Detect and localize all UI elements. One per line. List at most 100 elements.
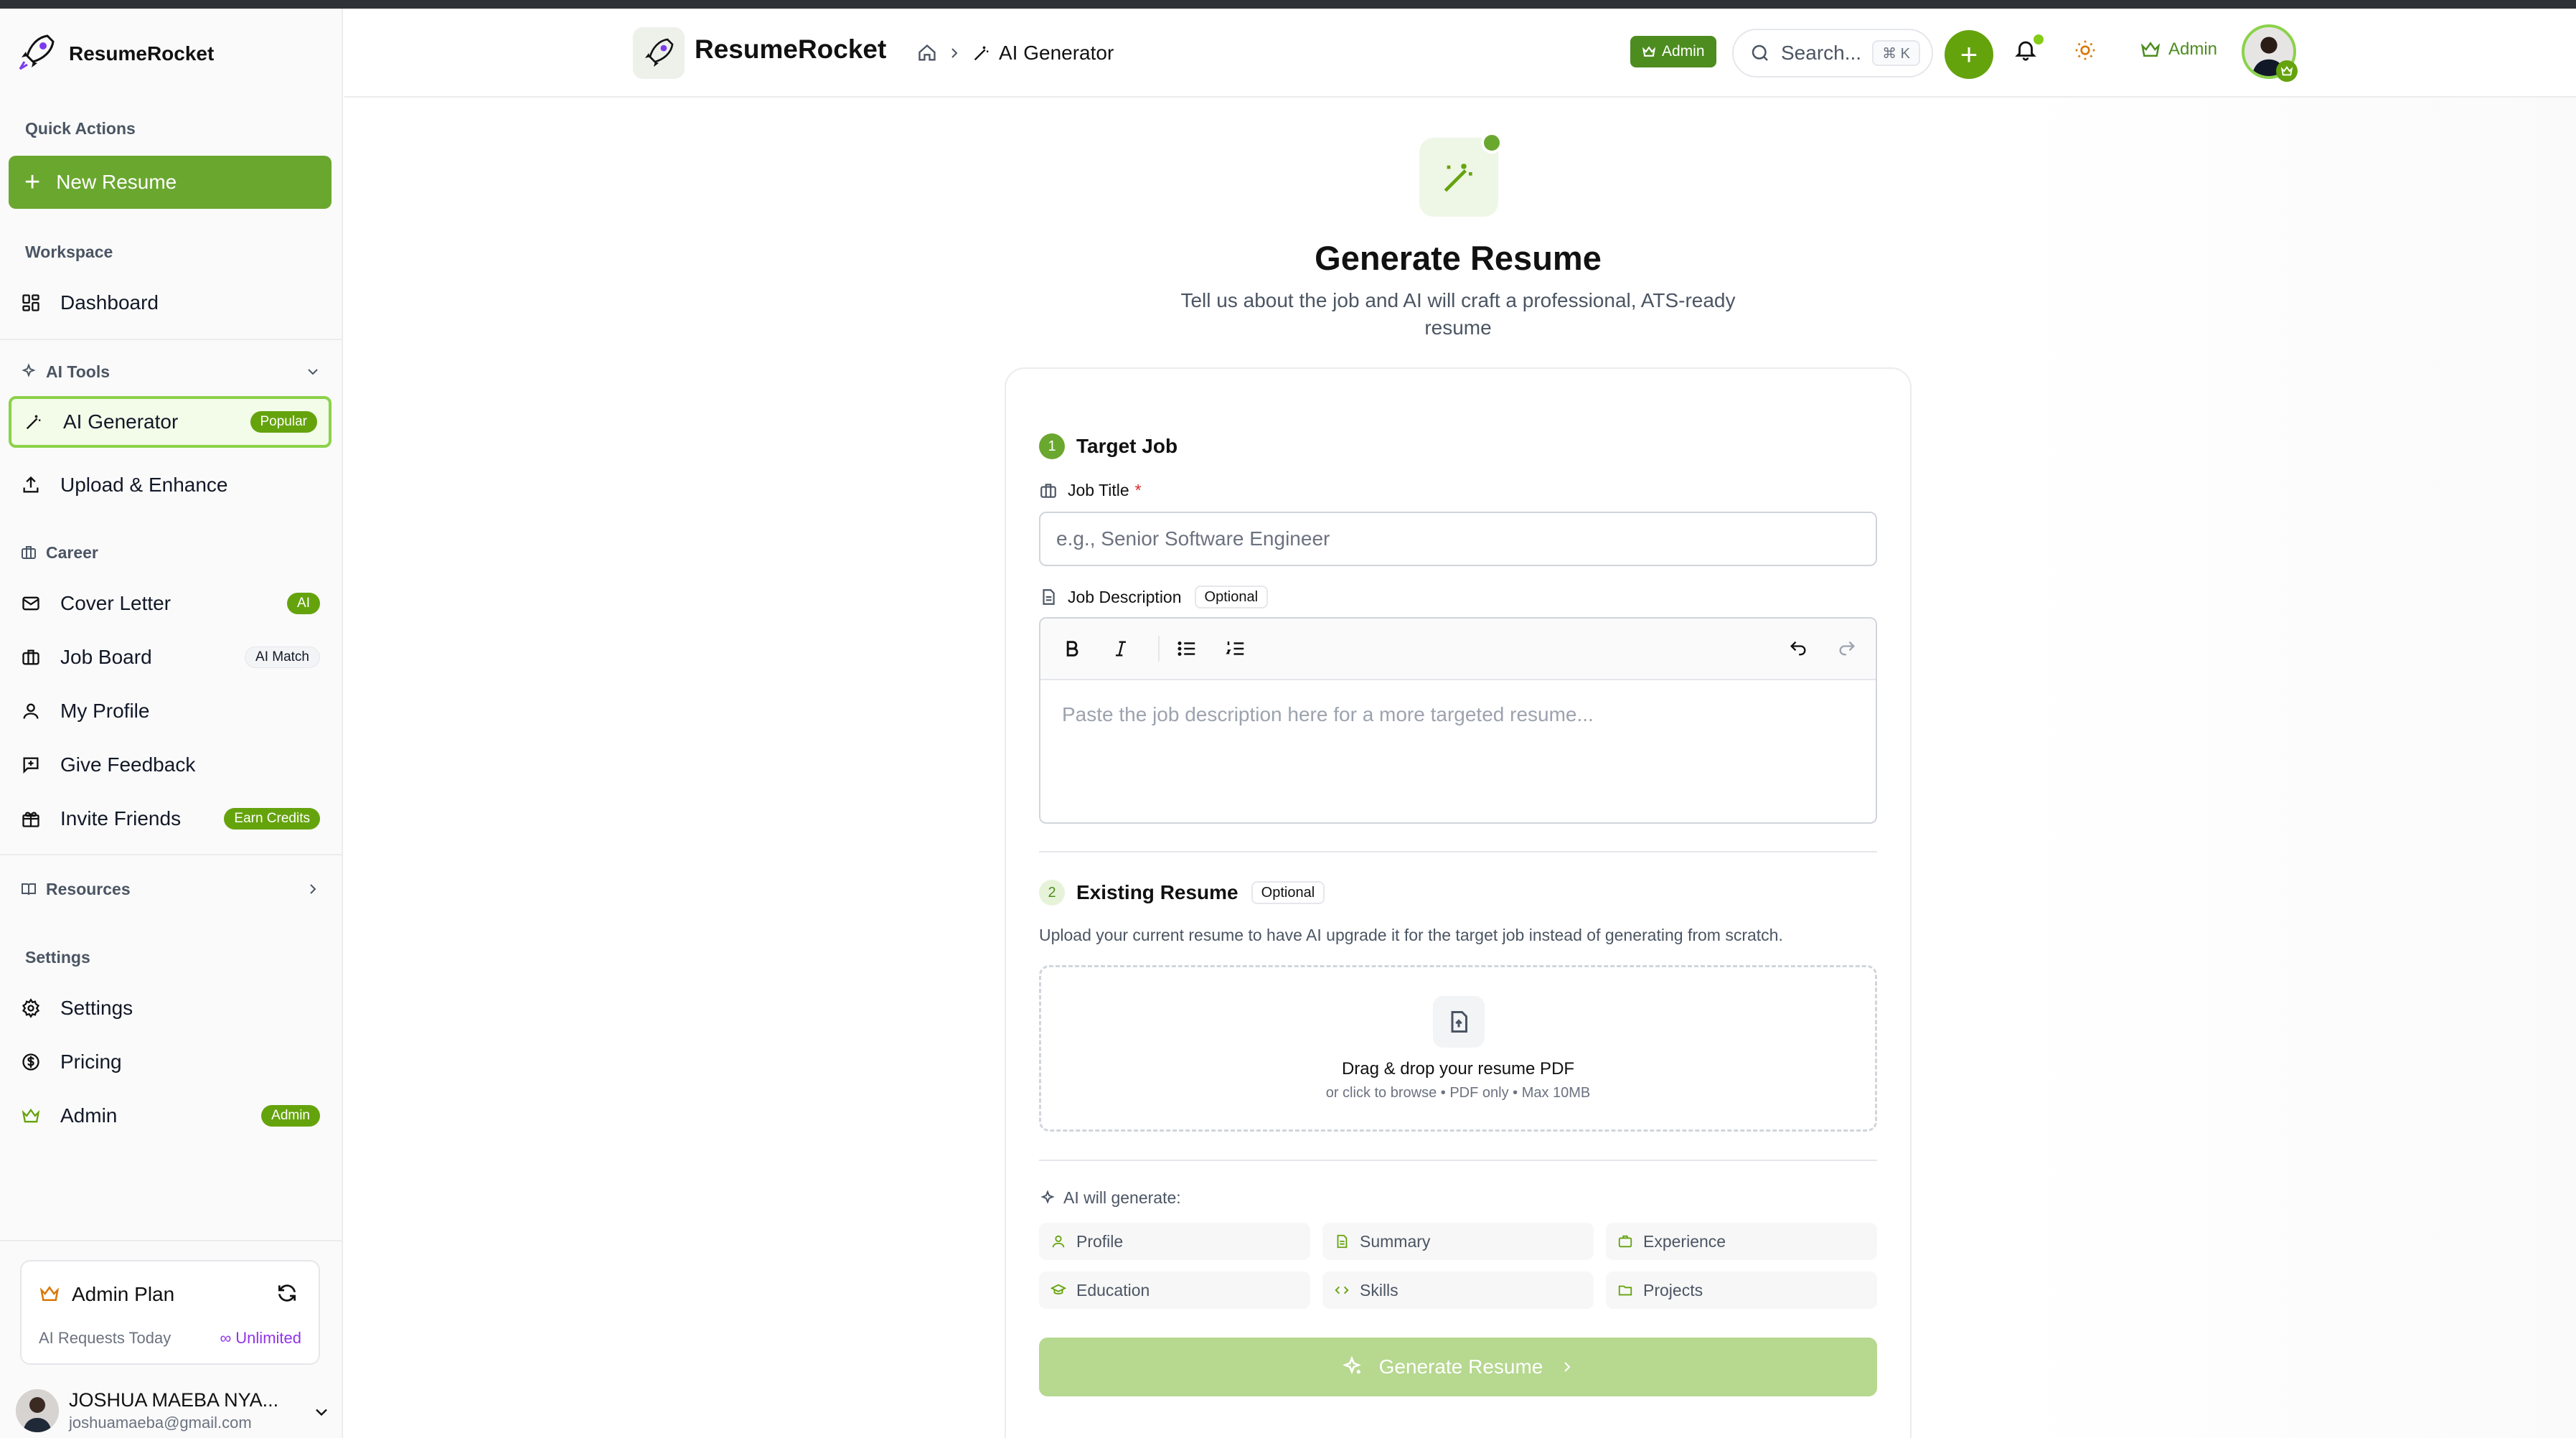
user-icon	[1052, 1235, 1065, 1248]
search-placeholder: Search...	[1781, 42, 1862, 64]
sidebar-item-dashboard[interactable]: Dashboard	[9, 277, 332, 329]
generates-item-label: Summary	[1360, 1231, 1431, 1251]
bullet-list-icon	[1177, 642, 1195, 656]
crown-icon	[1642, 46, 1656, 57]
bullet-list-button[interactable]	[1174, 636, 1200, 662]
sidebar-item-label: Give Feedback	[60, 753, 196, 776]
job-title-label: Job Title *	[1039, 481, 1142, 500]
italic-icon	[1116, 641, 1126, 657]
sidebar-item-ai-generator[interactable]: AI Generator Popular	[9, 396, 332, 448]
ai-requests-label: AI Requests Today	[39, 1329, 171, 1347]
section-divider	[1039, 851, 1877, 852]
sidebar-item-upload-enhance[interactable]: Upload & Enhance	[9, 459, 332, 511]
sidebar-item-label: Cover Letter	[60, 592, 171, 614]
sidebar-item-settings[interactable]: Settings	[9, 982, 332, 1034]
notifications-button[interactable]	[2013, 34, 2044, 65]
ai-match-badge: AI Match	[245, 647, 320, 668]
chevron-right-icon	[1564, 1362, 1571, 1372]
avatar	[16, 1389, 59, 1432]
section-divider	[1039, 1160, 1877, 1161]
dropzone-title: Drag & drop your resume PDF	[1341, 1059, 1575, 1078]
wand-icon	[974, 46, 989, 61]
wand-icon	[23, 411, 44, 433]
group-resources[interactable]: Resources	[20, 875, 321, 903]
dollar-icon	[20, 1051, 42, 1073]
generates-item-label: Education	[1076, 1280, 1150, 1300]
home-icon[interactable]	[917, 43, 937, 63]
chevron-right-icon	[310, 884, 316, 894]
user-menu[interactable]: JOSHUA MAEBA NYA... joshuamaeba@gmail.co…	[16, 1385, 332, 1435]
gift-icon	[20, 808, 42, 830]
ai-generates-label: AI will generate:	[1039, 1188, 1181, 1208]
generates-item-label: Skills	[1360, 1280, 1399, 1300]
sidebar-item-label: Job Board	[60, 646, 152, 668]
dropzone-subtitle: or click to browse • PDF only • Max 10MB	[1325, 1085, 1591, 1101]
sidebar-item-give-feedback[interactable]: Give Feedback	[9, 739, 332, 791]
bold-button[interactable]	[1059, 636, 1085, 662]
sidebar-item-admin[interactable]: Admin Admin	[9, 1090, 332, 1142]
generates-item-experience: Experience	[1606, 1223, 1877, 1260]
admin-badge: Admin	[1630, 36, 1716, 67]
italic-button[interactable]	[1108, 636, 1134, 662]
new-resume-button[interactable]: + New Resume	[9, 156, 332, 209]
sidebar-item-my-profile[interactable]: My Profile	[9, 685, 332, 737]
header-brand: ResumeRocket	[695, 34, 887, 64]
sidebar-item-cover-letter[interactable]: Cover Letter AI	[9, 578, 332, 629]
user-email: joshuamaeba@gmail.com	[69, 1414, 252, 1432]
ai-generates-label-text: AI will generate:	[1063, 1188, 1181, 1207]
group-ai-tools[interactable]: AI Tools	[20, 357, 321, 386]
optional-badge: Optional	[1194, 586, 1269, 608]
sidebar-item-label: AI Generator	[63, 410, 179, 433]
header-logo[interactable]	[633, 27, 685, 79]
status-dot	[1481, 132, 1503, 154]
sidebar-item-invite-friends[interactable]: Invite Friends Earn Credits	[9, 793, 332, 845]
admin-badge-label: Admin	[1662, 43, 1705, 60]
document-icon	[1337, 1234, 1348, 1249]
document-icon	[1043, 589, 1055, 605]
required-marker: *	[1134, 481, 1142, 499]
step-title-existing-resume: Existing Resume	[1076, 881, 1238, 903]
job-description-editor[interactable]: Paste the job description here for a mor…	[1039, 617, 1877, 824]
admin-link[interactable]: Admin	[2140, 39, 2217, 60]
quick-add-button[interactable]: +	[1945, 30, 1993, 79]
sidebar-brand[interactable]: ResumeRocket	[16, 29, 214, 79]
generates-item-label: Experience	[1643, 1231, 1726, 1251]
page-subtitle: Tell us about the job and AI will craft …	[1180, 289, 1736, 339]
section-label-settings: Settings	[25, 948, 90, 967]
redo-button[interactable]	[1834, 636, 1860, 662]
breadcrumb-current: AI Generator	[999, 42, 1114, 64]
toolbar-divider	[1158, 636, 1160, 662]
generate-resume-label: Generate Resume	[1378, 1355, 1543, 1378]
sidebar-item-pricing[interactable]: Pricing	[9, 1036, 332, 1088]
sidebar-item-label: Dashboard	[60, 291, 159, 314]
sparkles-icon	[1342, 1355, 1361, 1375]
sun-icon	[2075, 40, 2095, 60]
user-name: JOSHUA MAEBA NYA...	[69, 1389, 279, 1411]
sidebar-item-label: Settings	[60, 997, 133, 1019]
group-career: Career	[20, 538, 321, 567]
generates-item-profile: Profile	[1039, 1223, 1310, 1260]
briefcase-icon	[1040, 483, 1056, 498]
sidebar-item-label: My Profile	[60, 700, 150, 722]
mail-icon	[20, 593, 42, 614]
job-description-label-text: Job Description	[1068, 587, 1182, 606]
sidebar-item-label: Upload & Enhance	[60, 474, 228, 496]
undo-button[interactable]	[1785, 636, 1811, 662]
numbered-list-button[interactable]	[1223, 636, 1249, 662]
generate-resume-button[interactable]: Generate Resume	[1039, 1338, 1877, 1396]
plus-icon: +	[24, 167, 41, 197]
numbered-list-icon	[1226, 642, 1244, 655]
sidebar-divider	[0, 1240, 343, 1241]
job-title-label-text: Job Title	[1068, 481, 1129, 499]
theme-toggle[interactable]	[2074, 39, 2097, 65]
earn-credits-badge: Earn Credits	[224, 808, 320, 830]
sidebar-item-label: Invite Friends	[60, 807, 182, 830]
resume-dropzone[interactable]: Drag & drop your resume PDF or click to …	[1039, 965, 1877, 1132]
refresh-icon[interactable]	[276, 1282, 299, 1305]
plan-card: Admin Plan AI Requests Today ∞ Unlimited	[20, 1260, 320, 1365]
job-title-input[interactable]: e.g., Senior Software Engineer	[1039, 512, 1877, 566]
search-input[interactable]: Search... ⌘ K	[1732, 29, 1933, 77]
sidebar-divider	[0, 339, 343, 340]
crown-icon	[2276, 60, 2298, 82]
sidebar-item-job-board[interactable]: Job Board AI Match	[9, 631, 332, 683]
